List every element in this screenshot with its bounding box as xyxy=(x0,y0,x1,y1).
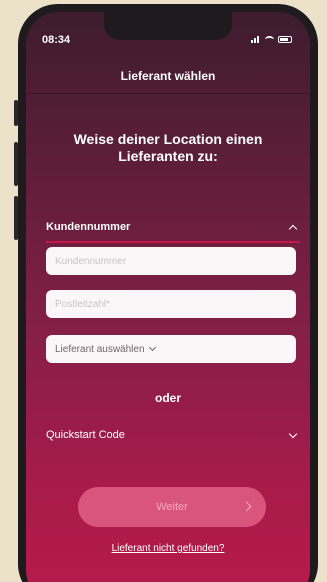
header-divider xyxy=(26,93,310,94)
kundennummer-section-label: Kundennummer xyxy=(46,221,131,233)
app-screen: 08:34 Lieferant wählen Weise deiner Loca… xyxy=(26,12,310,582)
supplier-select-label: Lieferant auswählen xyxy=(55,343,145,355)
page-title: Lieferant wählen xyxy=(120,69,216,83)
battery-icon xyxy=(278,35,292,43)
signal-icon xyxy=(251,35,261,43)
main-heading: Weise deiner Location einen Lieferanten … xyxy=(56,131,280,165)
quickstart-code-label: Quickstart Code xyxy=(46,429,125,441)
main-heading-line1: Weise deiner Location einen xyxy=(73,131,263,147)
divider-text: oder xyxy=(154,391,181,405)
quickstart-code-toggle[interactable]: Quickstart Code xyxy=(46,427,300,443)
phone-side-button xyxy=(14,142,18,186)
next-button-label: Weiter xyxy=(156,501,188,513)
postleitzahl-input[interactable] xyxy=(46,290,296,318)
section-divider xyxy=(46,241,300,243)
chevron-down-icon xyxy=(288,429,298,438)
kundennummer-section-toggle[interactable]: Kundennummer xyxy=(46,218,300,236)
supplier-not-found-link[interactable]: Lieferant nicht gefunden? xyxy=(26,543,310,554)
wifi-icon xyxy=(265,35,274,43)
status-time: 08:34 xyxy=(42,34,71,46)
camera-notch xyxy=(104,12,232,40)
supplier-select[interactable]: Lieferant auswählen xyxy=(46,335,296,363)
chevron-right-icon xyxy=(241,501,252,512)
chevron-up-icon xyxy=(288,224,298,234)
kundennummer-input[interactable] xyxy=(46,247,296,275)
main-heading-line2: Lieferanten zu: xyxy=(118,148,218,164)
chevron-down-icon xyxy=(148,343,156,352)
phone-side-button xyxy=(14,196,18,240)
phone-side-button xyxy=(14,100,18,126)
next-button[interactable]: Weiter xyxy=(78,487,266,527)
status-icons xyxy=(251,35,292,43)
